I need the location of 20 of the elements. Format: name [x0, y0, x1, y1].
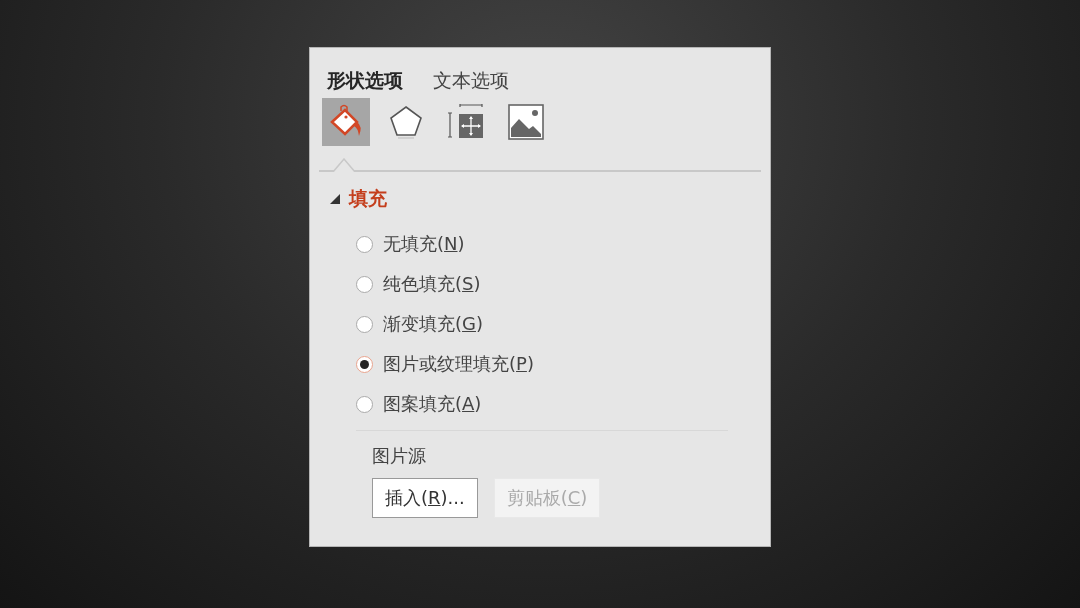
picture-source-label: 图片源: [371, 444, 427, 468]
options-tab[interactable]: 形状选项: [327, 66, 403, 96]
collapse-triangle-icon[interactable]: [330, 194, 340, 204]
radio-button[interactable]: [356, 235, 373, 253]
radio-button[interactable]: [356, 275, 373, 293]
radio-button[interactable]: [356, 395, 373, 413]
section-title[interactable]: 填充: [349, 186, 387, 212]
category-tab[interactable]: [322, 98, 370, 146]
radio-label: 纯色填充(S): [383, 272, 481, 296]
radio-label: 渐变填充(G): [383, 312, 483, 336]
options-tab[interactable]: 文本选项: [433, 66, 509, 96]
image-icon: [508, 104, 544, 140]
size-layout-icon: [448, 104, 484, 140]
radio-label: 图片或纹理填充(P): [383, 352, 534, 376]
radio-button[interactable]: [356, 355, 373, 373]
radio-label: 图案填充(A): [383, 392, 482, 416]
pentagon-icon: [388, 104, 424, 140]
radio-label: 无填充(N): [383, 232, 465, 256]
radio-button[interactable]: [356, 315, 373, 333]
insert-button[interactable]: 插入(R)...: [372, 478, 478, 518]
